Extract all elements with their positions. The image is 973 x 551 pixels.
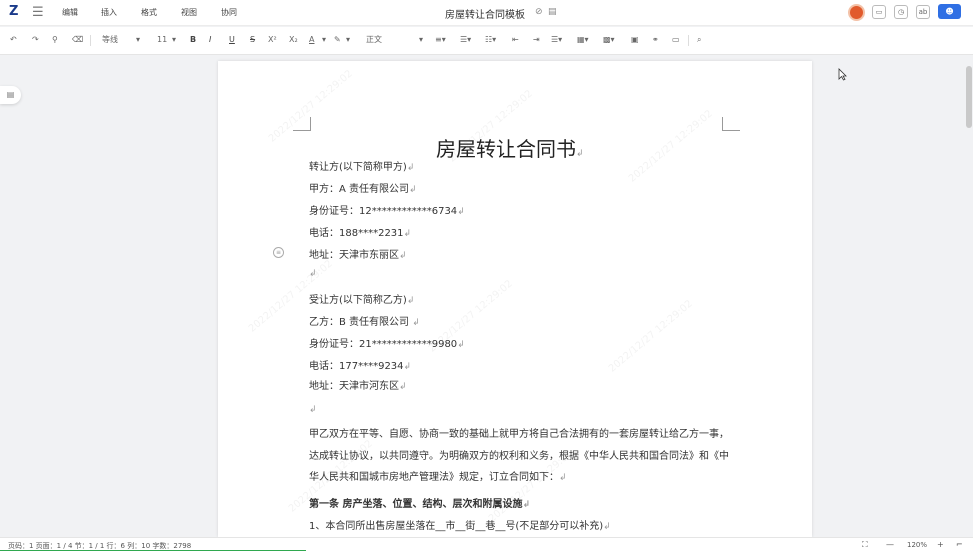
comment-icon[interactable]: ▭ — [872, 5, 886, 19]
table-icon[interactable]: ▦▾ — [577, 35, 589, 45]
section-heading[interactable]: 第一条 房产坐落、位置、结构、层次和附属设施↲ — [309, 495, 530, 510]
document-info-icon[interactable]: ▤ — [548, 7, 557, 17]
chevron-down-icon[interactable]: ▾ — [419, 35, 423, 45]
body-paragraph[interactable]: 甲乙双方在平等、自愿、协商一致的基础上就甲方将自己合法拥有的一套房屋转让给乙方一… — [309, 424, 729, 490]
toolbar-divider — [90, 35, 91, 46]
menu-view[interactable]: 视图 — [181, 7, 197, 18]
numbered-list-icon[interactable]: ☷▾ — [485, 35, 496, 45]
subscript-button[interactable]: X₂ — [289, 35, 298, 45]
search-icon[interactable]: ⌕ — [697, 35, 701, 45]
highlight-icon[interactable]: ✎ — [334, 35, 341, 45]
undo-icon[interactable]: ↶ — [10, 35, 17, 45]
menu-bar: Z ☰ 编辑 插入 格式 视图 协同 房屋转让合同模板 ⊘ ▤ ▭ ◷ ab ☻ — [0, 0, 973, 26]
font-family-select[interactable]: 等线 — [102, 35, 118, 45]
chevron-down-icon[interactable]: ▾ — [136, 35, 140, 45]
text-line[interactable]: 地址：天津市东丽区↲ — [309, 246, 407, 261]
chevron-down-icon[interactable]: ▾ — [322, 35, 326, 45]
text-line[interactable]: 电话：177****9234↲ — [309, 357, 411, 372]
text-line[interactable]: ↲ — [309, 404, 317, 415]
menu-collab[interactable]: 协同 — [221, 7, 237, 18]
menu-edit[interactable]: 编辑 — [62, 7, 78, 18]
link-icon[interactable]: ⚭ — [652, 35, 659, 45]
text-line[interactable]: 甲方：A 责任有限公司↲ — [309, 180, 417, 195]
redo-icon[interactable]: ↷ — [32, 35, 39, 45]
image-icon[interactable]: ▣ — [631, 35, 639, 45]
format-toolbar: ↶ ↷ ⚲ ⌫ 等线 ▾ 11 ▾ B I U S X² X₂ A ▾ ✎ ▾ … — [0, 27, 973, 55]
text-line[interactable]: 身份证号：12************6734↲ — [309, 202, 465, 217]
document-page[interactable]: 2022/12/27 12:29:02 2022/12/27 12:29:02 … — [218, 61, 812, 537]
vertical-scrollbar[interactable] — [964, 56, 973, 536]
saved-check-icon: ⊘ — [535, 7, 543, 17]
zoom-level[interactable]: 120% — [907, 541, 927, 549]
page-corner-mark — [722, 117, 740, 131]
watermark: 2022/12/27 12:29:02 — [626, 108, 715, 185]
menu-format[interactable]: 格式 — [141, 7, 157, 18]
outline-toggle-button[interactable]: ▤ — [0, 86, 21, 104]
font-size-select[interactable]: 11 — [157, 35, 167, 45]
language-icon[interactable]: ab — [916, 5, 930, 19]
comment-insert-icon[interactable]: ▭ — [672, 35, 680, 45]
chevron-down-icon[interactable]: ▾ — [172, 35, 176, 45]
format-painter-icon[interactable]: ⚲ — [52, 35, 58, 45]
text-line[interactable]: 身份证号：21************9980↲ — [309, 335, 465, 350]
text-line[interactable]: 受让方(以下简称乙方)↲ — [309, 291, 414, 306]
fullscreen-icon[interactable]: ⌐ — [956, 540, 963, 549]
paragraph-menu-icon[interactable]: ≡ — [273, 247, 284, 258]
share-button[interactable]: ☻ — [938, 4, 961, 19]
font-color-button[interactable]: A — [309, 35, 314, 45]
fit-page-icon[interactable]: ⛶ — [862, 540, 868, 550]
chevron-down-icon[interactable]: ▾ — [346, 35, 350, 45]
indent-increase-icon[interactable]: ⇥ — [533, 35, 540, 45]
menu-insert[interactable]: 插入 — [101, 7, 117, 18]
italic-button[interactable]: I — [209, 35, 211, 45]
insert-table-icon[interactable]: ▩▾ — [603, 35, 615, 45]
text-line[interactable]: 电话：188****2231↲ — [309, 224, 411, 239]
zoom-in-button[interactable]: + — [937, 540, 944, 549]
scrollbar-thumb[interactable] — [966, 66, 972, 128]
text-line[interactable]: 地址：天津市河东区↲ — [309, 377, 407, 392]
text-line[interactable]: ↲ — [309, 268, 317, 279]
text-line[interactable]: 1、本合同所出售房屋坐落在__市__街__巷__号(不足部分可以补充)↲ — [309, 517, 611, 532]
text-line[interactable]: 转让方(以下简称甲方)↲ — [309, 158, 414, 173]
user-avatar[interactable] — [848, 4, 865, 21]
bullet-list-icon[interactable]: ☰▾ — [460, 35, 471, 45]
status-bar: 页码：1 页面：1 / 4 节：1 / 1 行：6 列：10 字数：2798 ⛶… — [0, 537, 973, 551]
align-icon[interactable]: ≡▾ — [435, 35, 446, 45]
superscript-button[interactable]: X² — [268, 35, 277, 45]
app-logo[interactable]: Z — [9, 4, 23, 20]
strikethrough-button[interactable]: S — [250, 35, 255, 45]
watermark: 2022/12/27 12:29:02 — [266, 68, 355, 145]
indent-decrease-icon[interactable]: ⇤ — [512, 35, 519, 45]
line-spacing-icon[interactable]: ☰▾ — [551, 35, 562, 45]
text-line[interactable]: 乙方：B 责任有限公司 ↲ — [309, 313, 420, 328]
toolbar-divider — [688, 35, 689, 46]
mouse-cursor-icon — [838, 68, 847, 81]
paragraph-style-select[interactable]: 正文 — [366, 35, 382, 45]
history-icon[interactable]: ◷ — [894, 5, 908, 19]
bold-button[interactable]: B — [190, 35, 196, 45]
document-title[interactable]: 房屋转让合同模板 — [445, 6, 525, 21]
underline-button[interactable]: U — [229, 35, 235, 45]
watermark: 2022/12/27 12:29:02 — [606, 298, 695, 375]
zoom-out-button[interactable]: — — [886, 540, 894, 549]
document-heading[interactable]: 房屋转让合同书↲ — [436, 133, 584, 162]
clear-format-icon[interactable]: ⌫ — [72, 35, 83, 45]
menu-icon[interactable]: ☰ — [32, 5, 44, 20]
